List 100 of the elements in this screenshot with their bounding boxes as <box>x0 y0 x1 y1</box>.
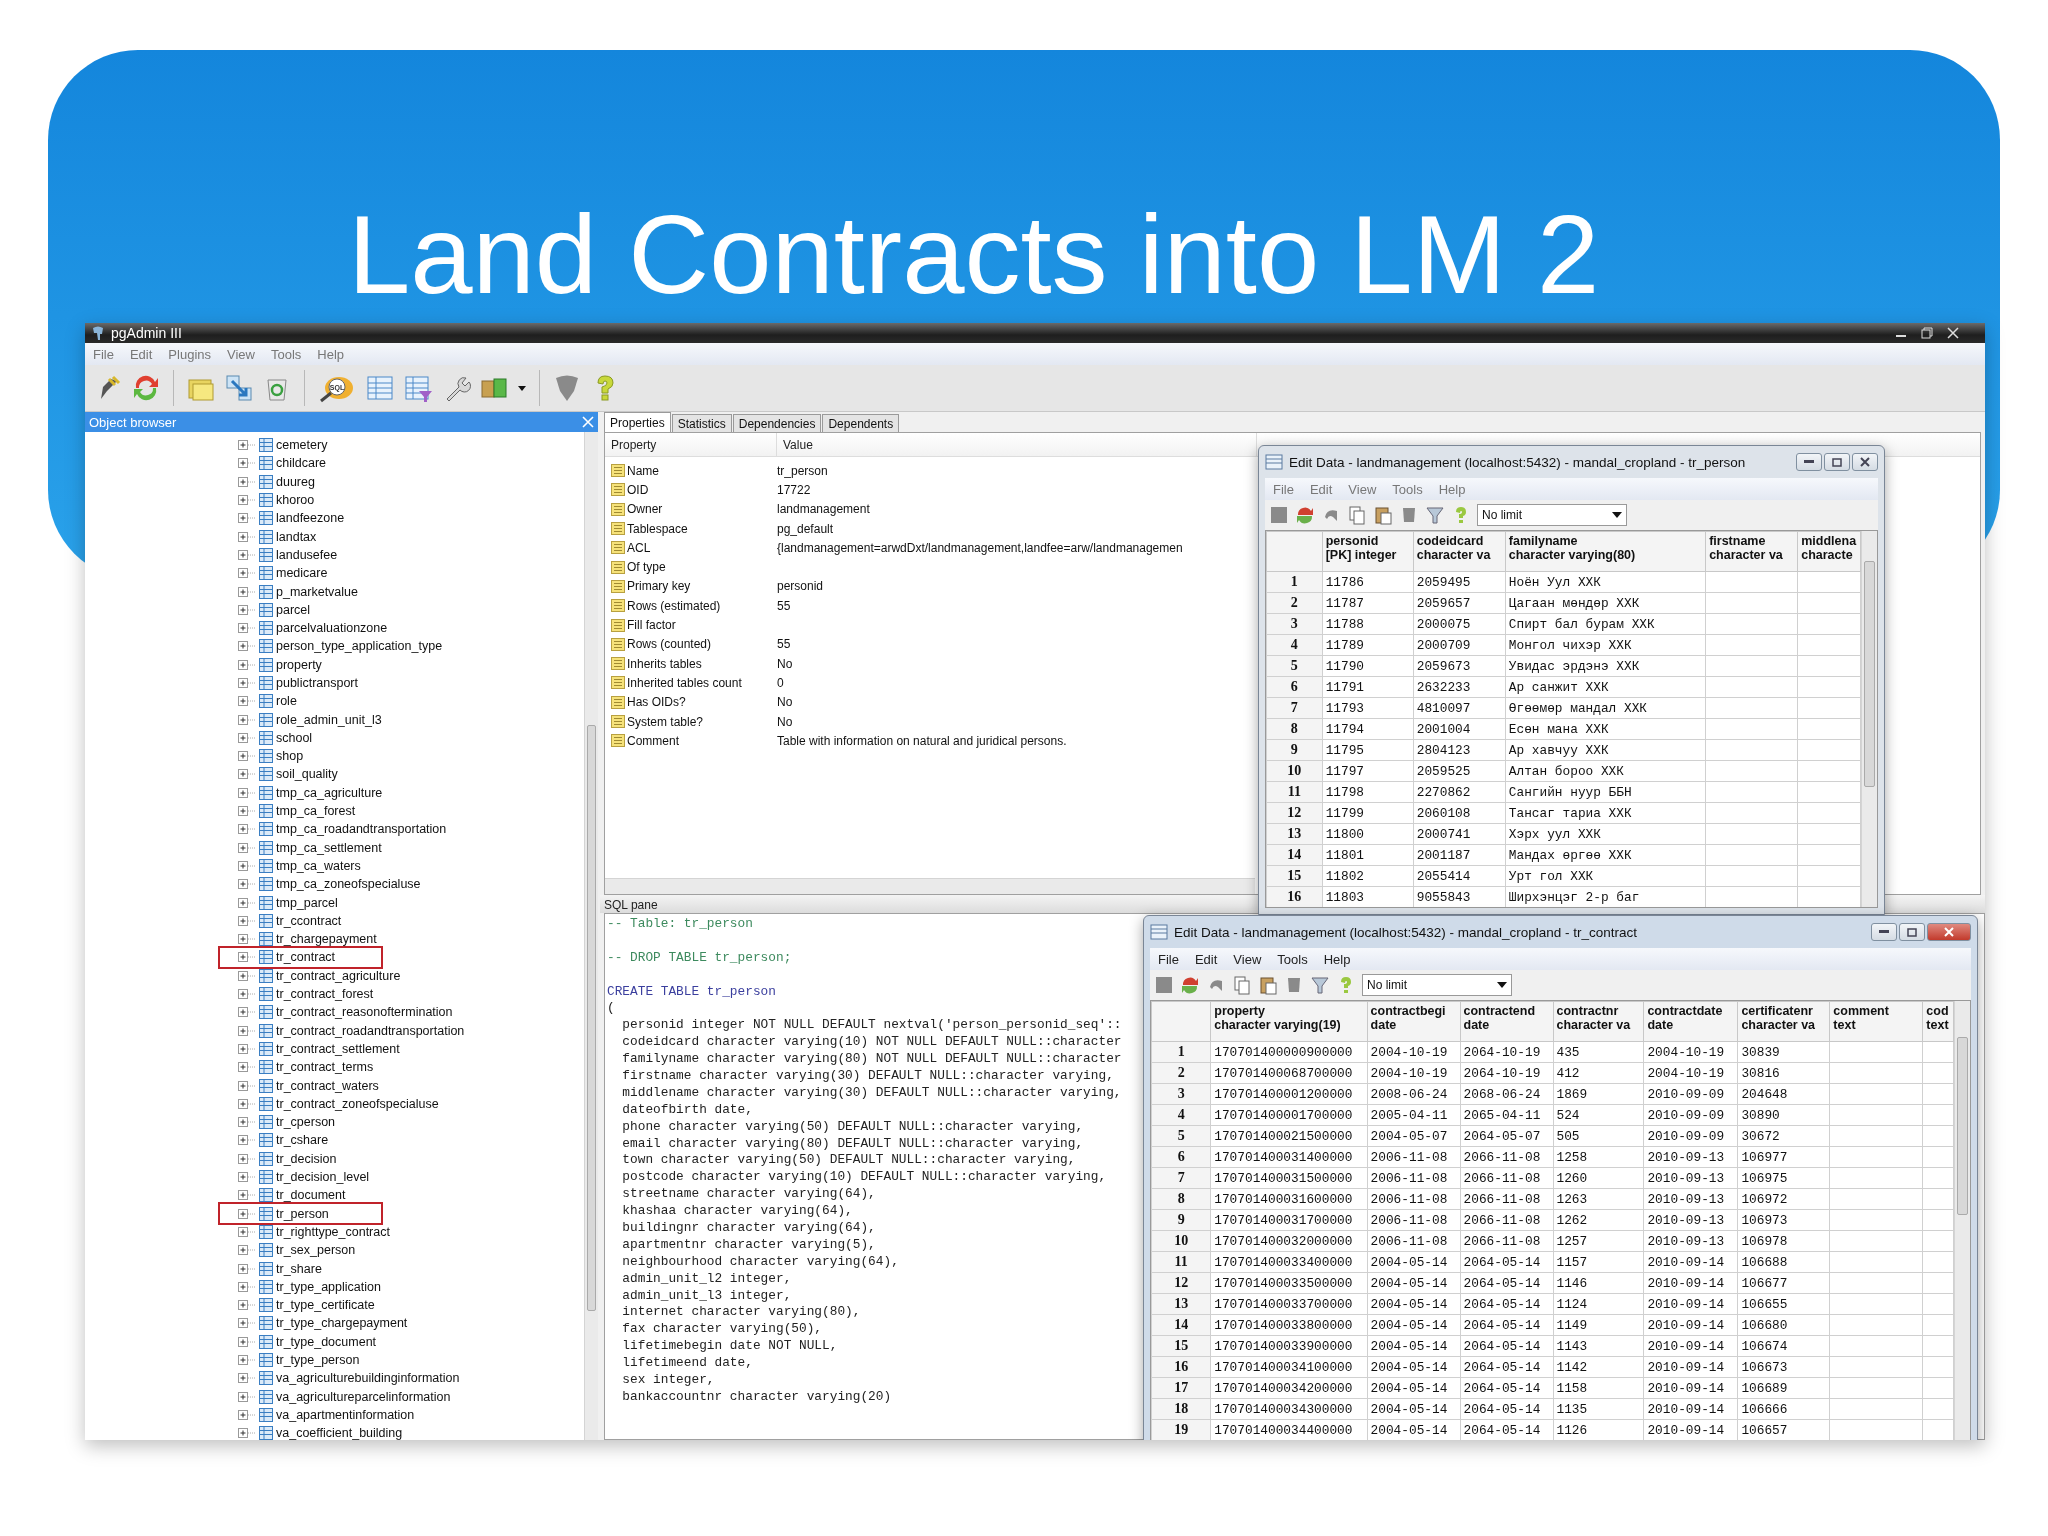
tree-item[interactable]: va_agriculturebuildinginformation <box>276 1371 460 1386</box>
filter-table-icon[interactable] <box>403 373 433 403</box>
tree-item[interactable]: duureg <box>276 474 315 489</box>
tree-item[interactable]: tr_share <box>276 1261 322 1276</box>
expand-icon[interactable] <box>238 1208 256 1219</box>
tree-item[interactable]: tr_cperson <box>276 1115 336 1130</box>
expand-icon[interactable] <box>238 1062 256 1073</box>
tree-item[interactable]: landfeezone <box>276 511 345 526</box>
horizontal-scrollbar[interactable] <box>605 878 1255 894</box>
tree-item[interactable]: person_type_application_type <box>276 639 443 654</box>
expand-icon[interactable] <box>238 915 256 926</box>
tree-item[interactable]: tr_type_person <box>276 1353 360 1367</box>
tab[interactable]: Properties <box>604 412 671 432</box>
tree-item[interactable]: parcelvaluationzone <box>276 621 388 636</box>
column-header[interactable]: property character varying(19) <box>1210 1001 1368 1042</box>
tree-item[interactable]: landusefee <box>276 547 338 562</box>
refresh-icon[interactable] <box>1180 975 1200 995</box>
expand-icon[interactable] <box>238 1263 256 1274</box>
row-number[interactable]: 10 <box>1266 760 1323 782</box>
vertical-scrollbar[interactable] <box>1954 1001 1970 1440</box>
expand-icon[interactable] <box>238 806 256 817</box>
tree-item[interactable]: childcare <box>276 456 327 471</box>
expand-icon[interactable] <box>238 678 256 688</box>
row-number[interactable]: 5 <box>1151 1125 1211 1147</box>
expand-icon[interactable] <box>238 824 256 835</box>
expand-icon[interactable] <box>238 1190 256 1201</box>
row-number[interactable]: 4 <box>1266 634 1323 656</box>
column-header[interactable]: cod text <box>1922 1001 1954 1042</box>
row-number[interactable]: 11 <box>1151 1251 1211 1273</box>
menu-item[interactable]: Edit <box>1303 481 1339 497</box>
save-icon[interactable] <box>1269 505 1289 525</box>
tree-item[interactable]: tmp_ca_settlement <box>276 840 382 855</box>
expand-icon[interactable] <box>238 769 256 780</box>
vertical-scrollbar[interactable] <box>584 432 598 1440</box>
tree-item[interactable]: property <box>276 657 322 672</box>
limit-dropdown[interactable]: No limit <box>1362 974 1512 996</box>
tab[interactable]: Dependents <box>822 414 900 432</box>
tree-item[interactable]: tr_contract_terms <box>276 1060 374 1075</box>
expand-icon[interactable] <box>238 1080 256 1091</box>
tree-item[interactable]: tr_chargepayment <box>276 932 377 947</box>
expand-icon[interactable] <box>238 1318 256 1329</box>
tree-item[interactable]: tr_contract_waters <box>276 1078 379 1093</box>
row-number[interactable]: 19 <box>1151 1419 1211 1440</box>
expand-icon[interactable] <box>238 440 256 451</box>
expand-icon[interactable] <box>238 604 256 615</box>
expand-icon[interactable] <box>238 952 256 963</box>
tree-item[interactable]: tr_document <box>276 1188 346 1203</box>
expand-icon[interactable] <box>238 879 256 890</box>
expand-icon[interactable] <box>238 1373 256 1384</box>
row-number[interactable]: 13 <box>1266 823 1323 845</box>
row-number[interactable]: 12 <box>1151 1272 1211 1294</box>
tree-item[interactable]: tr_type_certificate <box>276 1298 375 1313</box>
tree-item[interactable]: tmp_ca_zoneofspecialuse <box>276 877 421 892</box>
menu-item[interactable]: File <box>87 346 120 362</box>
column-header[interactable]: codeidcard character va <box>1413 531 1506 572</box>
expand-icon[interactable] <box>238 970 256 981</box>
expand-icon[interactable] <box>238 1391 256 1402</box>
expand-icon[interactable] <box>238 897 256 908</box>
row-number[interactable]: 15 <box>1151 1335 1211 1357</box>
expand-icon[interactable] <box>238 751 256 762</box>
menu-item[interactable]: View <box>1342 481 1383 497</box>
menu-item[interactable]: Plugins <box>162 346 217 362</box>
tree-item[interactable]: tr_ccontract <box>276 913 342 928</box>
menu-item[interactable]: File <box>1267 481 1300 497</box>
expand-icon[interactable] <box>238 934 256 945</box>
tree-item[interactable]: cemetery <box>276 438 328 453</box>
row-number[interactable]: 2 <box>1266 592 1323 614</box>
tab[interactable]: Dependencies <box>732 414 822 432</box>
row-number[interactable]: 5 <box>1266 655 1323 677</box>
expand-icon[interactable] <box>238 860 256 871</box>
menu-item[interactable]: Help <box>311 346 351 362</box>
column-header[interactable]: certificatenr character va <box>1737 1001 1830 1042</box>
paste-icon[interactable] <box>1258 975 1278 995</box>
row-number[interactable]: 17 <box>1151 1377 1211 1399</box>
menu-item[interactable]: Help <box>1432 481 1472 497</box>
close-button[interactable] <box>1927 923 1971 941</box>
expand-icon[interactable] <box>238 1025 256 1036</box>
expand-icon[interactable] <box>238 495 256 506</box>
expand-icon[interactable] <box>238 1043 256 1054</box>
row-number[interactable]: 3 <box>1151 1083 1211 1105</box>
maximize-button[interactable] <box>1899 923 1925 941</box>
refresh-icon[interactable] <box>131 373 161 403</box>
tree-item[interactable]: va_apartmentinformation <box>276 1407 415 1422</box>
row-number[interactable]: 16 <box>1151 1356 1211 1378</box>
table-icon[interactable] <box>365 373 395 403</box>
row-number[interactable]: 9 <box>1266 739 1323 761</box>
menu-item[interactable]: Edit <box>1188 951 1224 967</box>
expand-icon[interactable] <box>238 1355 256 1365</box>
copy-icon[interactable] <box>1347 505 1367 525</box>
row-number[interactable]: 3 <box>1266 613 1323 635</box>
row-number[interactable]: 11 <box>1266 781 1323 803</box>
move-icon[interactable] <box>224 373 254 403</box>
tree-item[interactable]: landtax <box>276 529 317 544</box>
row-number[interactable]: 8 <box>1266 718 1323 740</box>
row-number[interactable]: 18 <box>1151 1398 1211 1420</box>
refresh-icon[interactable] <box>1295 505 1315 525</box>
expand-icon[interactable] <box>238 1300 256 1311</box>
expand-icon[interactable] <box>238 732 256 743</box>
expand-icon[interactable] <box>238 989 256 1000</box>
row-number[interactable]: 6 <box>1266 676 1323 698</box>
